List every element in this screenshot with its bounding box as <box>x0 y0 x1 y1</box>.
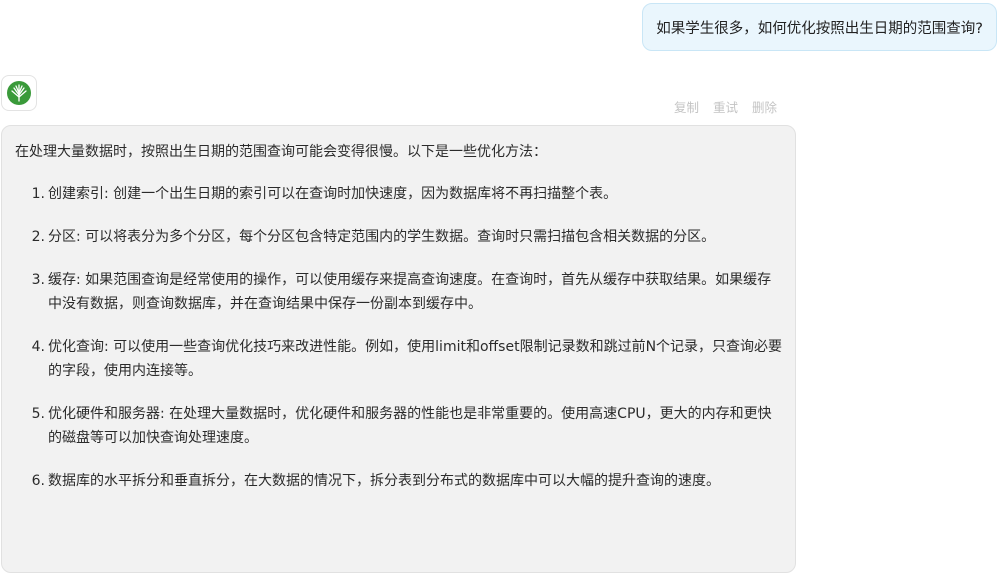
tree-logo-icon <box>7 81 31 105</box>
list-item: 3. 缓存: 如果范围查询是经常使用的操作，可以使用缓存来提高查询速度。在查询时… <box>15 268 783 316</box>
list-item-text: 优化查询: 可以使用一些查询优化技巧来改进性能。例如，使用limit和offse… <box>48 339 783 379</box>
copy-button[interactable]: 复制 <box>674 97 699 116</box>
message-actions: 复制 重试 删除 <box>674 97 777 116</box>
assistant-message-bubble: 在处理大量数据时，按照出生日期的范围查询可能会变得很慢。以下是一些优化方法： 1… <box>1 125 796 573</box>
list-item: 6. 数据库的水平拆分和垂直拆分，在大数据的情况下，拆分表到分布式的数据库中可以… <box>15 469 783 493</box>
list-item-text: 优化硬件和服务器: 在处理大量数据时，优化硬件和服务器的性能也是非常重要的。使用… <box>48 406 772 446</box>
list-item: 2. 分区: 可以将表分为多个分区，每个分区包含特定范围内的学生数据。查询时只需… <box>15 225 783 249</box>
assistant-list: 1. 创建索引: 创建一个出生日期的索引可以在查询时加快速度，因为数据库将不再扫… <box>15 182 783 493</box>
list-item: 5. 优化硬件和服务器: 在处理大量数据时，优化硬件和服务器的性能也是非常重要的… <box>15 402 783 450</box>
list-item-number: 2. <box>31 229 45 245</box>
list-item-number: 3. <box>31 272 45 288</box>
list-item-text: 数据库的水平拆分和垂直拆分，在大数据的情况下，拆分表到分布式的数据库中可以大幅的… <box>48 473 720 489</box>
user-message-bubble: 如果学生很多，如何优化按照出生日期的范围查询? <box>642 3 997 51</box>
user-message-text: 如果学生很多，如何优化按照出生日期的范围查询? <box>656 20 983 37</box>
retry-button[interactable]: 重试 <box>713 97 738 116</box>
delete-button[interactable]: 删除 <box>752 97 777 116</box>
list-item-number: 4. <box>31 339 45 355</box>
assistant-intro: 在处理大量数据时，按照出生日期的范围查询可能会变得很慢。以下是一些优化方法： <box>15 144 547 160</box>
list-item-text: 缓存: 如果范围查询是经常使用的操作，可以使用缓存来提高查询速度。在查询时，首先… <box>48 272 772 312</box>
list-item: 4. 优化查询: 可以使用一些查询优化技巧来改进性能。例如，使用limit和of… <box>15 335 783 383</box>
list-item-text: 创建索引: 创建一个出生日期的索引可以在查询时加快速度，因为数据库将不再扫描整个… <box>48 186 618 202</box>
list-item-number: 5. <box>31 406 45 422</box>
assistant-avatar <box>1 75 37 111</box>
list-item-number: 6. <box>31 473 45 489</box>
list-item: 1. 创建索引: 创建一个出生日期的索引可以在查询时加快速度，因为数据库将不再扫… <box>15 182 783 206</box>
list-item-text: 分区: 可以将表分为多个分区，每个分区包含特定范围内的学生数据。查询时只需扫描包… <box>48 229 716 245</box>
list-item-number: 1. <box>31 186 45 202</box>
